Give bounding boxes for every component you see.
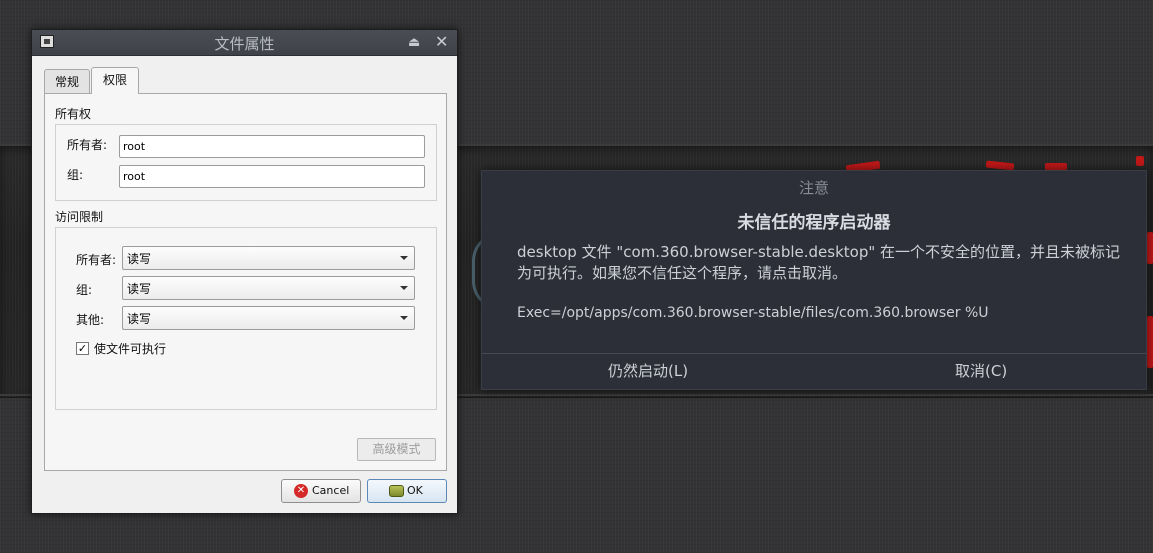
- cancel-icon: ✕: [294, 484, 308, 498]
- other-access-value: 读写: [127, 312, 152, 326]
- access-other-label: 其他:: [76, 313, 105, 327]
- cancel-button-label: Cancel: [312, 484, 350, 497]
- shade-icon[interactable]: ⏏: [408, 35, 420, 50]
- chevron-down-icon: [400, 316, 408, 320]
- access-group: 所有者: 读写 组: 读写 其他: 读写 ✓ 使文件可执行: [55, 227, 437, 410]
- launch-anyway-button[interactable]: 仍然启动(L): [608, 360, 688, 381]
- cancel-button[interactable]: ✕ Cancel: [281, 479, 361, 503]
- ownership-group: 所有者: root 组: root: [55, 124, 437, 201]
- chevron-down-icon: [400, 256, 408, 260]
- untrusted-launcher-dialog: 注意 未信任的程序启动器 desktop 文件 "com.360.browser…: [481, 170, 1147, 390]
- dialog-message: desktop 文件 "com.360.browser-stable.deskt…: [517, 243, 1121, 282]
- dialog-title: 注意: [798, 179, 829, 197]
- owner-label: 所有者:: [67, 138, 108, 152]
- access-section-label: 访问限制: [55, 210, 104, 224]
- group-access-select[interactable]: 读写: [122, 276, 415, 300]
- group-access-value: 读写: [127, 282, 152, 296]
- exec-line: Exec=/opt/apps/com.360.browser-stable/fi…: [517, 305, 989, 321]
- chevron-down-icon: [400, 286, 408, 290]
- access-group-label: 组:: [76, 283, 93, 297]
- dialog-cancel-button[interactable]: 取消(C): [955, 360, 1007, 381]
- advanced-mode-button[interactable]: 高级模式: [357, 438, 436, 461]
- owner-access-value: 读写: [127, 252, 152, 266]
- wallpaper-red-mark: [1147, 316, 1153, 368]
- close-icon[interactable]: ✕: [435, 32, 448, 51]
- window-title: 文件属性: [214, 35, 275, 53]
- tab-general[interactable]: 常规: [44, 69, 90, 93]
- dialog-divider: [482, 353, 1146, 354]
- ok-button-label: OK: [407, 484, 423, 497]
- dialog-heading: 未信任的程序启动器: [737, 213, 891, 233]
- access-owner-label: 所有者:: [76, 253, 117, 267]
- ok-button[interactable]: OK: [367, 479, 447, 503]
- other-access-select[interactable]: 读写: [122, 306, 415, 330]
- permissions-panel: 所有权 所有者: root 组: root 访问限制 所有者: 读写 组: 读写…: [44, 93, 447, 471]
- wallpaper-red-mark: [1147, 232, 1153, 264]
- group-label: 组:: [67, 168, 84, 182]
- executable-label: 使文件可执行: [94, 342, 167, 356]
- ok-icon: [389, 485, 404, 497]
- file-properties-window: 文件属性 ⏏ ✕ 常规 权限 所有权 所有者: root 组: root 访问限…: [31, 29, 458, 514]
- owner-access-select[interactable]: 读写: [122, 246, 415, 270]
- owner-field[interactable]: root: [119, 135, 425, 158]
- tab-permissions[interactable]: 权限: [91, 67, 139, 94]
- executable-checkbox[interactable]: ✓: [76, 342, 89, 355]
- wallpaper-red-mark: [1136, 156, 1144, 166]
- group-field[interactable]: root: [119, 165, 425, 188]
- ownership-section-label: 所有权: [55, 107, 92, 121]
- window-titlebar[interactable]: 文件属性 ⏏ ✕: [32, 30, 457, 56]
